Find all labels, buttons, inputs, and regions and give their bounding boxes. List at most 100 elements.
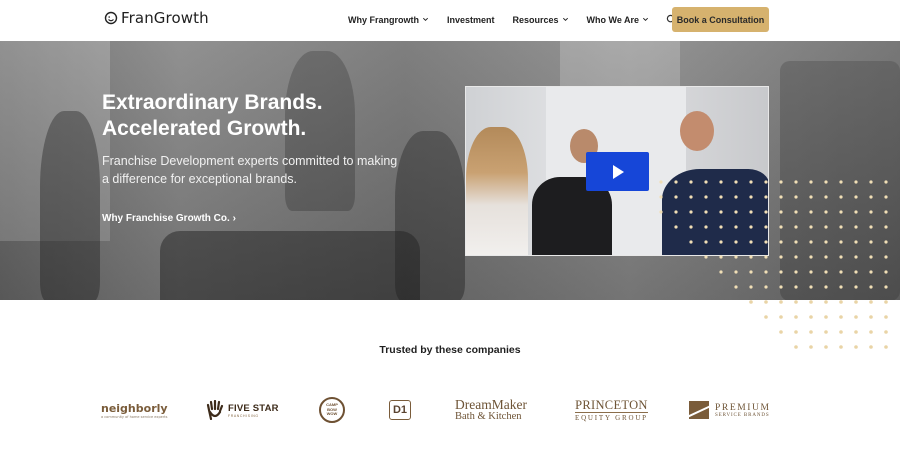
decorative-dot — [659, 195, 663, 199]
decorative-dot — [719, 270, 723, 274]
decorative-dot — [809, 180, 813, 184]
decorative-dot — [854, 255, 858, 259]
decorative-dot — [824, 210, 828, 214]
decorative-dot — [809, 255, 813, 259]
decorative-dot — [869, 315, 873, 319]
decorative-dot — [779, 270, 783, 274]
nav-why-frangrowth[interactable]: Why Frangrowth — [348, 15, 429, 25]
decorative-dot — [749, 180, 753, 184]
decorative-dot — [809, 240, 813, 244]
decorative-dot — [704, 180, 708, 184]
brand-line: EQUITY GROUP — [575, 413, 648, 422]
nav-investment[interactable]: Investment — [447, 15, 495, 25]
nav-resources[interactable]: Resources — [513, 15, 569, 25]
main-nav: Why Frangrowth Investment Resources Who … — [348, 14, 698, 25]
nav-label: Who We Are — [586, 14, 640, 25]
decorative-dot — [854, 300, 858, 304]
brand-name: neighborly — [101, 401, 168, 415]
decorative-dot — [734, 240, 738, 244]
decorative-dot — [809, 300, 813, 304]
brand-line: WOW — [326, 411, 338, 417]
hero-link-label: Why Franchise Growth Co. › — [102, 213, 236, 224]
decorative-dot — [824, 330, 828, 334]
decorative-dot — [764, 195, 768, 199]
brand-line: SERVICE BRANDS — [715, 412, 770, 418]
brand-tagline: FRANCHISING — [228, 413, 259, 418]
decorative-dot — [704, 210, 708, 214]
decorative-dot — [764, 240, 768, 244]
decorative-dot — [749, 225, 753, 229]
decorative-dot — [854, 180, 858, 184]
decorative-dot — [854, 285, 858, 289]
hand-print-icon — [206, 400, 224, 420]
decorative-dot — [749, 195, 753, 199]
decorative-dot — [749, 240, 753, 244]
video-person-head — [680, 111, 714, 151]
decorative-dot — [824, 195, 828, 199]
decorative-dot — [794, 195, 798, 199]
decorative-dot — [794, 315, 798, 319]
decorative-dot — [734, 225, 738, 229]
decorative-dot — [704, 240, 708, 244]
brand-name: D1 — [389, 400, 411, 420]
decorative-dot — [839, 255, 843, 259]
decorative-dot — [869, 270, 873, 274]
brand-line: DreamMaker — [455, 396, 527, 412]
decorative-dot — [749, 300, 753, 304]
decorative-dot — [779, 285, 783, 289]
premium-mark-icon — [689, 401, 709, 419]
decorative-dot — [854, 330, 858, 334]
book-consultation-button[interactable]: Book a Consultation — [672, 7, 769, 32]
decorative-dot — [869, 210, 873, 214]
decorative-dot — [779, 240, 783, 244]
decorative-dot — [794, 240, 798, 244]
decorative-dot — [689, 240, 693, 244]
client-logos: neighborly a community of home service e… — [0, 395, 900, 425]
site-header: FranGrowth Why Frangrowth Investment Res… — [0, 0, 900, 41]
decorative-dot — [809, 315, 813, 319]
decorative-dot — [809, 270, 813, 274]
decorative-dot — [674, 210, 678, 214]
why-franchise-growth-link[interactable]: Why Franchise Growth Co. › — [102, 213, 236, 224]
decorative-dot — [749, 210, 753, 214]
decorative-dot — [689, 210, 693, 214]
decorative-dot — [734, 210, 738, 214]
decorative-dot — [719, 180, 723, 184]
decorative-dot — [734, 195, 738, 199]
decorative-dot — [884, 225, 888, 229]
decorative-dot — [719, 240, 723, 244]
decorative-dot — [659, 180, 663, 184]
decorative-dot — [764, 255, 768, 259]
video-person — [466, 127, 528, 255]
decorative-dot — [779, 180, 783, 184]
decorative-dot — [854, 225, 858, 229]
decorative-dot — [779, 195, 783, 199]
decorative-dot — [854, 315, 858, 319]
decorative-dot — [764, 285, 768, 289]
decorative-dot — [659, 210, 663, 214]
video-play-button[interactable] — [586, 152, 649, 191]
decorative-dot — [809, 285, 813, 289]
decorative-dot — [749, 270, 753, 274]
decorative-dot — [779, 225, 783, 229]
site-logo[interactable]: FranGrowth — [104, 9, 209, 27]
decorative-dot — [704, 195, 708, 199]
logo-mark-icon — [104, 11, 118, 25]
decorative-dot — [719, 195, 723, 199]
decorative-dot — [824, 300, 828, 304]
decorative-dot — [839, 330, 843, 334]
decorative-dot — [869, 195, 873, 199]
decorative-dot — [824, 285, 828, 289]
decorative-dot — [824, 315, 828, 319]
decorative-dot — [854, 240, 858, 244]
brand-line: Bath & Kitchen — [455, 410, 522, 422]
decorative-dot — [779, 210, 783, 214]
decorative-dot — [764, 210, 768, 214]
camp-badge: CAMP BOW WOW — [319, 397, 345, 423]
nav-label: Why Frangrowth — [348, 14, 419, 25]
decorative-dot — [764, 180, 768, 184]
decorative-dot — [824, 225, 828, 229]
nav-who-we-are[interactable]: Who We Are — [587, 15, 650, 25]
chevron-down-icon — [643, 17, 649, 22]
hero-title-line2: Accelerated Growth. — [102, 117, 307, 140]
